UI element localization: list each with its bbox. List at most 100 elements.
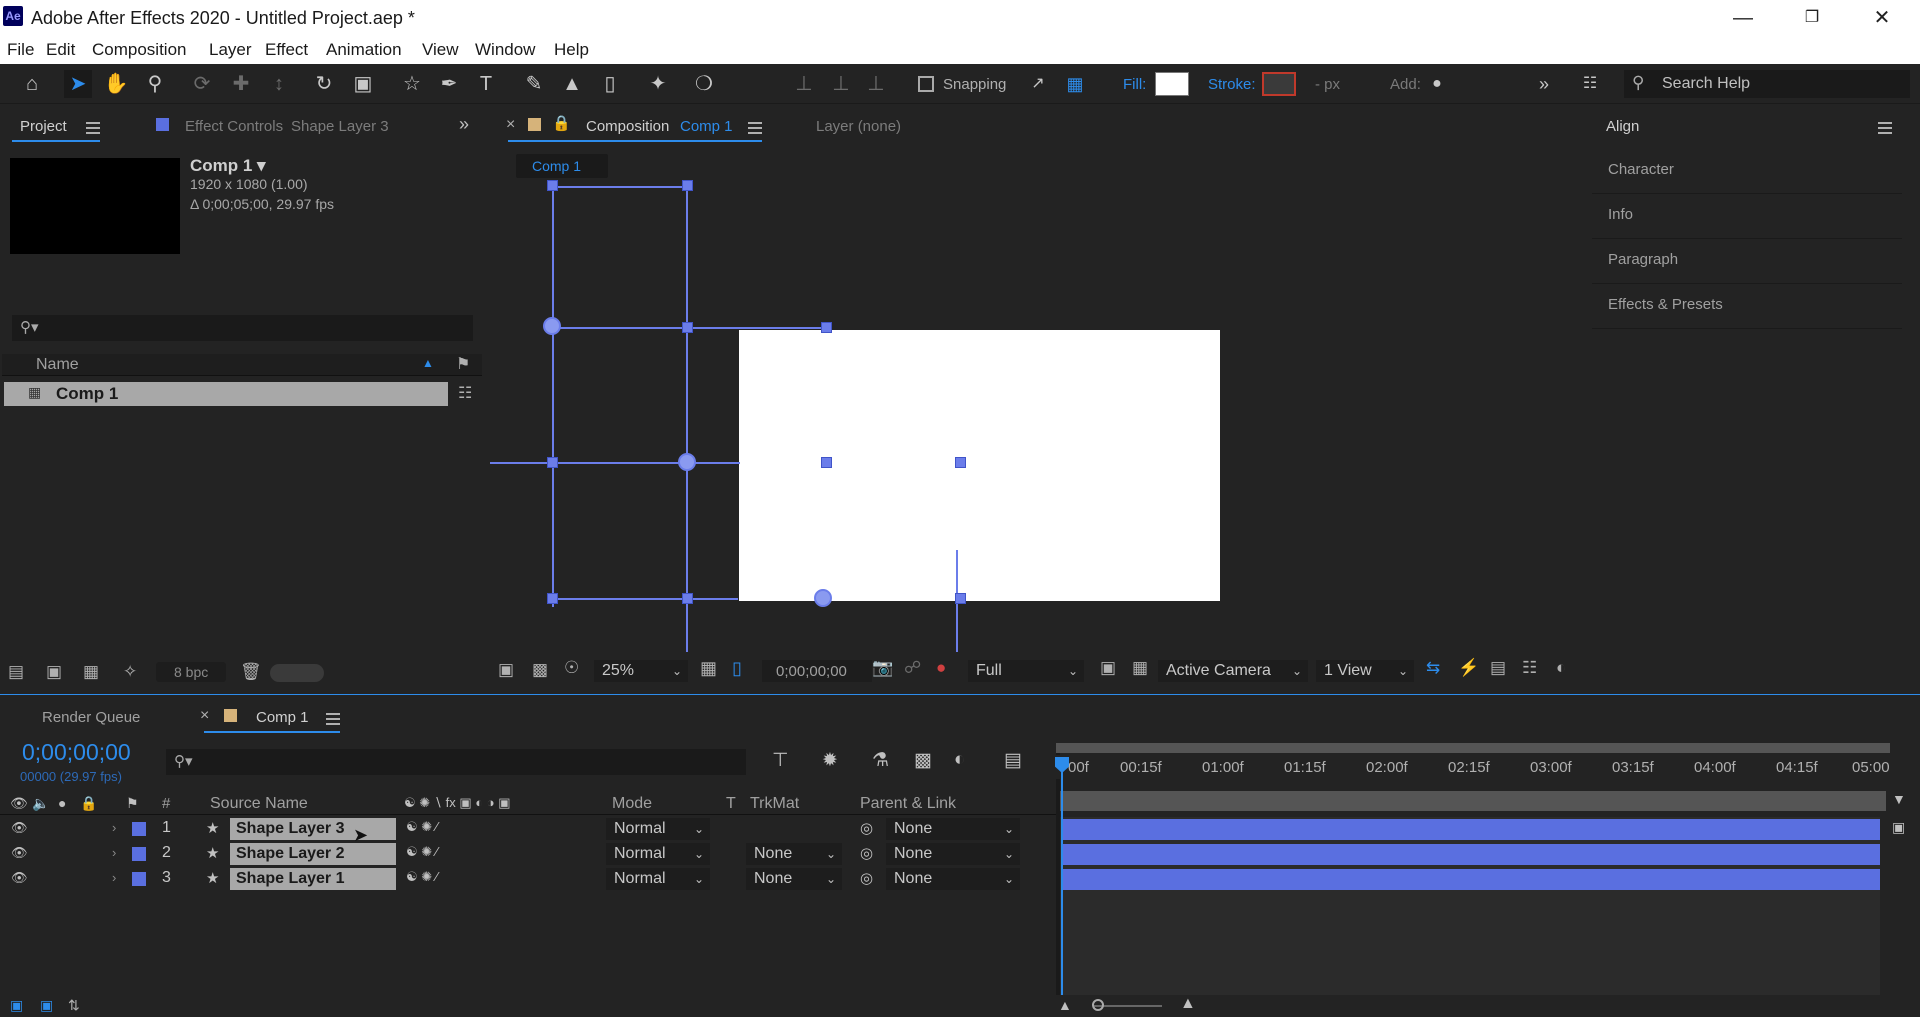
puppet-pin-tool-icon[interactable]: ❍ [690, 70, 718, 98]
roto-brush-tool-icon[interactable]: ✦ [644, 70, 672, 98]
transform-handle[interactable] [682, 180, 693, 191]
transform-handle[interactable] [955, 457, 966, 468]
timeline-icon[interactable]: ▤ [1490, 658, 1506, 678]
menu-effect[interactable]: Effect [265, 40, 308, 60]
restore-icon[interactable]: ❐ [1787, 4, 1837, 32]
layer-duration-bar[interactable] [1062, 844, 1880, 865]
new-folder-icon[interactable]: ▣ [46, 662, 62, 682]
menu-view[interactable]: View [422, 40, 459, 60]
menu-layer[interactable]: Layer [209, 40, 252, 60]
selection-tool-icon[interactable]: ➤ [64, 70, 92, 98]
add-shape-icon[interactable]: ● [1423, 70, 1451, 98]
camera-dropdown[interactable]: Active Camera ⌄ [1158, 660, 1308, 682]
new-composition-icon[interactable]: ▦ [83, 662, 99, 682]
timeline-search-input[interactable]: ⚲▾ [166, 749, 746, 775]
layer-switches-toggle-icon[interactable]: ▣ [10, 997, 23, 1014]
zoom-in-icon[interactable]: ▲ [1180, 995, 1196, 1013]
layer-switches-icon[interactable]: ☯ ✺ ∕ [406, 819, 438, 835]
motion-blur-icon[interactable]: ◐ [954, 749, 965, 771]
blend-mode-dropdown[interactable]: Normal ⌄ [606, 818, 710, 840]
zoom-tool-icon[interactable]: ⚲ [141, 70, 169, 98]
comp-marker-bin-icon[interactable]: ▼ [1892, 791, 1906, 807]
parent-dropdown[interactable]: None ⌄ [886, 818, 1020, 840]
tab-layer[interactable]: Layer (none) [816, 118, 901, 135]
snap-options-icon[interactable]: ↗ [1024, 70, 1052, 98]
vr-goggles-icon[interactable]: ☉ [564, 658, 579, 678]
show-snapshot-icon[interactable]: ☍ [904, 658, 921, 678]
anchor-point-icon[interactable] [543, 317, 561, 335]
align-panel-title[interactable]: Align [1606, 118, 1639, 135]
zoom-slider-thumb[interactable] [1092, 999, 1104, 1011]
solo-switch-icon[interactable]: ● [58, 795, 66, 811]
fast-previews-icon[interactable]: ⚡ [1458, 658, 1479, 678]
layer-row[interactable]: 👁 › 1 ★ Shape Layer 3 ➤ ☯ ✺ ∕ Normal ⌄ ◎… [0, 817, 1060, 845]
layer-duration-bar[interactable] [1062, 869, 1880, 890]
snap-to-edges-icon[interactable]: ▦ [1061, 70, 1089, 98]
monitor-icon[interactable]: ▩ [532, 660, 548, 680]
minimize-icon[interactable]: — [1718, 4, 1768, 32]
layer-label-color[interactable] [132, 822, 146, 836]
menu-file[interactable]: File [7, 40, 34, 60]
eraser-tool-icon[interactable]: ▯ [596, 70, 624, 98]
transform-handle[interactable] [547, 180, 558, 191]
layer-name-cell[interactable]: Shape Layer 1 [230, 868, 396, 890]
draft-3d-icon[interactable]: ✹ [822, 749, 838, 772]
anchor-point-icon[interactable] [814, 589, 832, 607]
col-source-name-header[interactable]: Source Name [210, 795, 308, 813]
paragraph-panel[interactable]: Paragraph [1592, 240, 1902, 284]
mask-visibility-icon[interactable]: ▯ [732, 658, 742, 679]
orbit-tool-icon[interactable]: ⟳ [188, 70, 216, 98]
layer-switches-icon[interactable]: ☯ ✺ ∕ [406, 844, 438, 860]
comp-info-name[interactable]: Comp 1 ▾ [190, 156, 266, 176]
stroke-label[interactable]: Stroke: [1208, 76, 1256, 93]
resolution-dropdown[interactable]: Full ⌄ [968, 660, 1084, 682]
transform-handle[interactable] [821, 457, 832, 468]
local-axis-icon[interactable]: ⊥ [790, 70, 818, 98]
fill-swatch[interactable] [1155, 72, 1189, 96]
project-search-input[interactable]: ⚲▾ [12, 315, 473, 341]
snapshot-icon[interactable]: 📷 [872, 658, 893, 678]
reset-exposure-icon[interactable]: ◐ [1556, 658, 1566, 678]
character-panel[interactable]: Character [1592, 150, 1902, 194]
blend-mode-dropdown[interactable]: Normal ⌄ [606, 868, 710, 890]
tab-project[interactable]: Project [20, 118, 67, 135]
align-menu-icon[interactable] [1878, 122, 1892, 134]
time-ruler[interactable]: 00f 00:15f 01:00f 01:15f 02:00f 02:15f 0… [1056, 755, 1890, 779]
video-eye-icon[interactable]: 👁 [11, 845, 28, 861]
audio-switch-icon[interactable]: 🔈 [32, 795, 49, 812]
transfer-controls-toggle-icon[interactable]: ▣ [40, 997, 53, 1014]
layer-row[interactable]: 👁 › 2 ★ Shape Layer 2 ☯ ✺ ∕ Normal ⌄ Non… [0, 842, 1060, 867]
label-header-icon[interactable]: ⚑ [126, 795, 139, 812]
brush-tool-icon[interactable]: ✎ [520, 70, 548, 98]
stroke-swatch[interactable] [1262, 72, 1296, 96]
safe-margins-icon[interactable]: ▦ [700, 658, 717, 679]
transform-handle[interactable] [682, 593, 693, 604]
timeline-menu-icon[interactable] [326, 713, 340, 725]
effects-presets-panel[interactable]: Effects & Presets [1592, 285, 1902, 329]
magnification-dropdown[interactable]: 25% ⌄ [594, 660, 688, 682]
view-axis-icon[interactable]: ⊥ [862, 70, 890, 98]
video-eye-icon[interactable]: 👁 [11, 820, 28, 836]
tab-render-queue[interactable]: Render Queue [42, 709, 140, 726]
anchor-point-icon[interactable] [678, 453, 696, 471]
lock-icon[interactable]: 🔒 [552, 114, 571, 132]
project-item-comp[interactable]: ▦ Comp 1 [4, 382, 448, 406]
always-preview-icon[interactable]: ▣ [498, 660, 514, 680]
expand-arrow-icon[interactable]: › [112, 845, 116, 860]
search-help-field[interactable]: ⚲ Search Help [1624, 70, 1910, 98]
comp-flowchart-icon[interactable]: ☷ [1522, 658, 1537, 678]
close-tab-icon[interactable]: × [506, 116, 515, 134]
anchor-point-tool-icon[interactable]: ▣ [349, 70, 377, 98]
rotation-tool-icon[interactable]: ↻ [310, 70, 338, 98]
composition-canvas[interactable] [490, 180, 1586, 652]
layer-row[interactable]: 👁 › 3 ★ Shape Layer 1 ☯ ✺ ∕ Normal ⌄ Non… [0, 867, 1060, 892]
workspace-icon[interactable]: ☷ [1576, 70, 1604, 98]
world-axis-icon[interactable]: ⊥ [827, 70, 855, 98]
blend-mode-dropdown[interactable]: Normal ⌄ [606, 843, 710, 865]
comp-mini-flowchart-icon[interactable]: ⊤ [772, 749, 789, 772]
current-time-field[interactable]: 0;00;00;00 [762, 660, 872, 682]
tab-effect-controls[interactable]: Effect Controls [185, 118, 283, 135]
layer-duration-bar[interactable] [1062, 819, 1880, 840]
project-menu-icon[interactable] [86, 122, 100, 134]
transform-handle[interactable] [682, 322, 693, 333]
